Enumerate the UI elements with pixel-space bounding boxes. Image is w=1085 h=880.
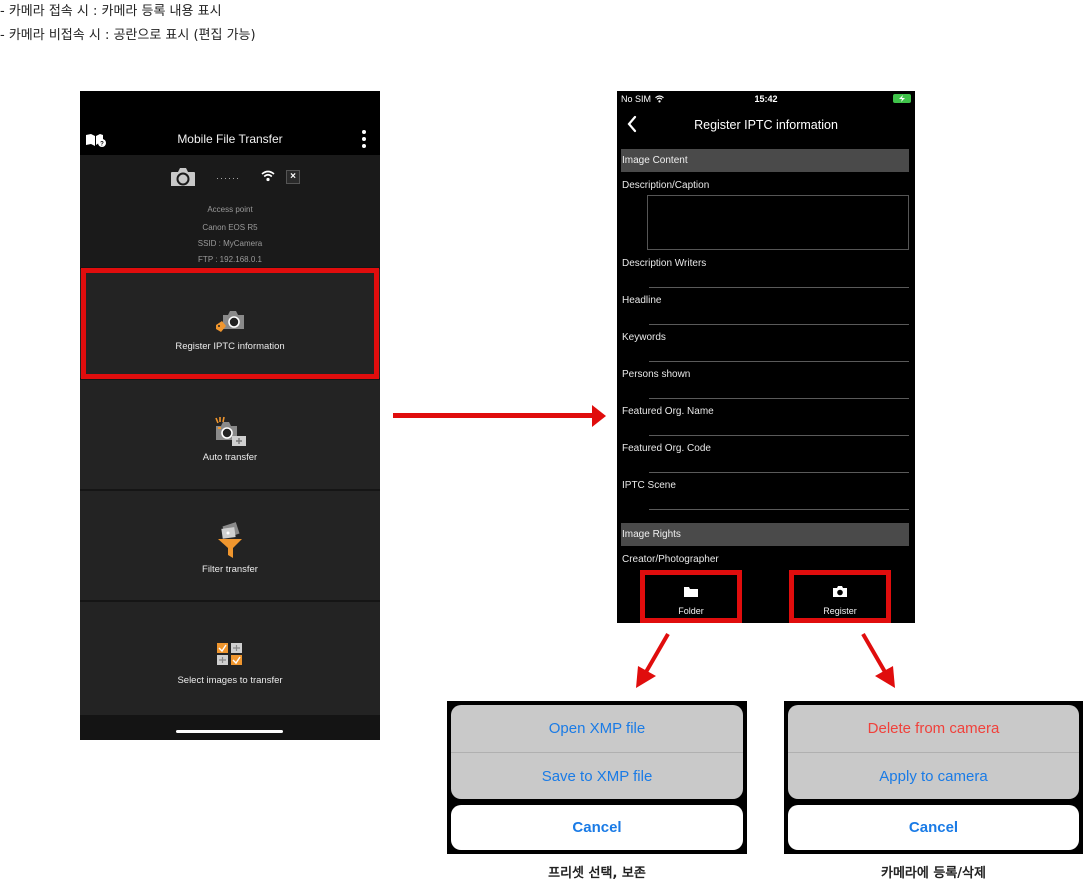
right-phone-screen: No SIM 15:42 Register IPTC information I… — [617, 91, 915, 623]
note-disconnected: - 카메라 비접속 시 : 공란으로 표시 (편집 가능) — [0, 28, 256, 43]
menu-item-auto-transfer[interactable]: Auto transfer — [80, 378, 380, 489]
field-label-iptc-scene: IPTC Scene — [622, 480, 676, 491]
featured-org-name-input[interactable] — [649, 435, 909, 436]
flow-arrow-right-head — [592, 405, 606, 427]
menu-item-label: Filter transfer — [202, 564, 258, 575]
battery-charging-icon — [893, 94, 911, 103]
home-bar-area — [80, 715, 380, 740]
home-indicator[interactable] — [176, 730, 283, 733]
field-label-keywords: Keywords — [622, 332, 666, 343]
highlight-register-iptc — [81, 268, 379, 379]
more-vertical-icon[interactable] — [361, 130, 367, 150]
field-label-creator-photographer: Creator/Photographer — [622, 554, 719, 565]
filter-funnel-icon — [218, 522, 242, 558]
access-point-label: Access point — [207, 205, 253, 214]
action-sheet-preset: Open XMP file Save to XMP file Cancel — [447, 701, 747, 854]
apply-to-camera-button[interactable]: Apply to camera — [788, 752, 1079, 799]
camera-icon — [171, 168, 195, 186]
flow-arrow-down-left — [636, 632, 670, 688]
status-bar: No SIM 15:42 — [617, 91, 915, 107]
menu-item-filter-transfer[interactable]: Filter transfer — [80, 489, 380, 600]
open-xmp-file-button[interactable]: Open XMP file — [451, 705, 743, 752]
caption-camera: 카메라에 등록/삭제 — [881, 866, 986, 880]
left-phone-screen: ? Mobile File Transfer ······ × Access p… — [80, 91, 380, 740]
field-label-persons-shown: Persons shown — [622, 369, 691, 380]
menu-item-label: Select images to transfer — [177, 675, 283, 686]
field-label-description-caption: Description/Caption — [622, 180, 710, 191]
featured-org-code-input[interactable] — [649, 472, 909, 473]
field-label-description-writers: Description Writers — [622, 258, 707, 269]
section-header-image-rights: Image Rights — [621, 523, 909, 546]
screen-title: Register IPTC information — [694, 118, 838, 132]
status-time: 15:42 — [754, 94, 778, 104]
action-sheet-camera: Delete from camera Apply to camera Cance… — [784, 701, 1083, 854]
flow-arrow-right — [393, 413, 593, 418]
keywords-input[interactable] — [649, 361, 909, 362]
ftp-info: FTP : 192.168.0.1 — [198, 255, 262, 264]
disconnect-button[interactable]: × — [286, 170, 300, 184]
menu-item-select-images[interactable]: Select images to transfer — [80, 600, 380, 711]
wifi-icon — [261, 170, 275, 182]
action-sheet-options: Open XMP file Save to XMP file — [451, 705, 743, 799]
app-title: Mobile File Transfer — [177, 132, 283, 146]
section-header-image-content: Image Content — [621, 149, 909, 172]
flow-arrow-down-right — [861, 632, 895, 688]
highlight-folder-button — [640, 570, 742, 623]
field-label-featured-org-code: Featured Org. Code — [622, 443, 711, 454]
delete-from-camera-button[interactable]: Delete from camera — [788, 705, 1079, 752]
save-to-xmp-file-button[interactable]: Save to XMP file — [451, 752, 743, 799]
highlight-register-button — [789, 570, 891, 623]
description-writers-input[interactable] — [649, 287, 909, 288]
ssid-info: SSID : MyCamera — [197, 239, 263, 248]
connection-panel: ······ × Access point Canon EOS R5 SSID … — [80, 155, 380, 267]
action-sheet-options: Delete from camera Apply to camera — [788, 705, 1079, 799]
caption-preset: 프리셋 선택, 보존 — [548, 866, 646, 880]
description-caption-textarea[interactable] — [647, 195, 909, 250]
persons-shown-input[interactable] — [649, 398, 909, 399]
app-header: ? Mobile File Transfer — [80, 91, 380, 155]
cancel-button[interactable]: Cancel — [788, 805, 1079, 850]
iptc-scene-input[interactable] — [649, 509, 909, 510]
headline-input[interactable] — [649, 324, 909, 325]
auto-transfer-icon — [215, 416, 246, 446]
menu-item-label: Auto transfer — [202, 452, 258, 463]
select-images-grid-icon — [217, 643, 242, 665]
field-label-headline: Headline — [622, 295, 662, 306]
cancel-button[interactable]: Cancel — [451, 805, 743, 850]
annotation-notes: - 카메라 접속 시 : 카메라 등록 내용 표시 - 카메라 비접속 시 : … — [0, 0, 256, 48]
field-label-featured-org-name: Featured Org. Name — [622, 406, 714, 417]
camera-model: Canon EOS R5 — [202, 223, 258, 232]
connection-dots: ······ — [216, 173, 240, 183]
note-connected: - 카메라 접속 시 : 카메라 등록 내용 표시 — [0, 4, 222, 19]
